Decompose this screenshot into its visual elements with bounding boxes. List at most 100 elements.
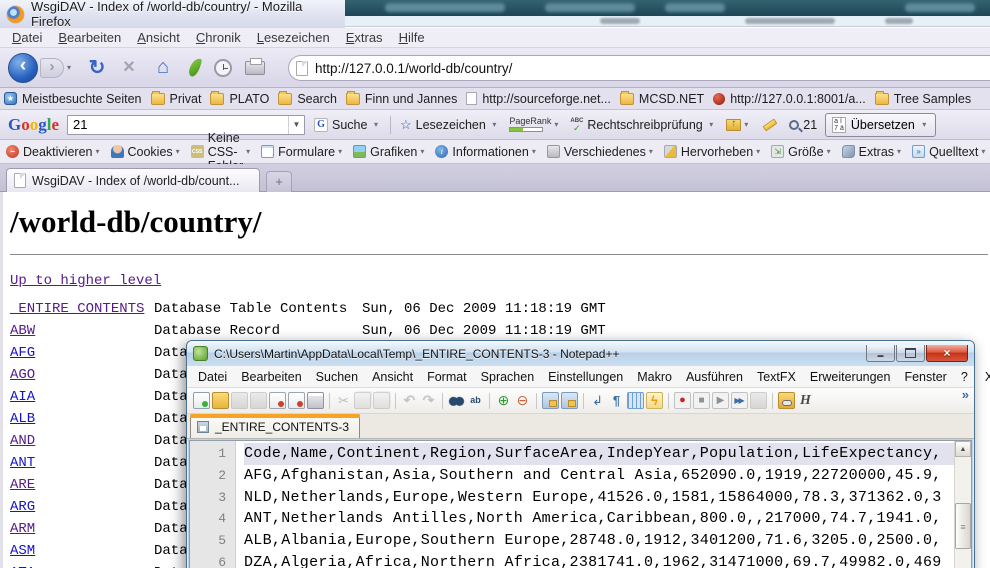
webdev-item[interactable]: Größe▾ bbox=[771, 145, 833, 159]
webdev-item[interactable]: Extras▾ bbox=[842, 145, 904, 159]
notepad-menu-item[interactable]: Bearbeiten bbox=[234, 370, 308, 384]
sync-vertical-icon[interactable] bbox=[542, 392, 559, 409]
listing-link[interactable]: ALB bbox=[10, 408, 154, 430]
bookmark-item[interactable]: Privat bbox=[151, 92, 202, 106]
webdev-item[interactable]: Grafiken▾ bbox=[353, 145, 427, 159]
listing-link[interactable]: AFG bbox=[10, 342, 154, 364]
editor-line[interactable]: AFG,Afghanistan,Asia,Southern and Centra… bbox=[244, 465, 954, 487]
notepad-menu-item[interactable]: Erweiterungen bbox=[803, 370, 898, 384]
save-macro-icon[interactable] bbox=[750, 392, 767, 409]
new-tab-button[interactable] bbox=[266, 171, 292, 192]
bookmark-item[interactable]: Meistbesuchte Seiten bbox=[4, 92, 142, 106]
firefox-menu-item[interactable]: Lesezeichen bbox=[249, 30, 338, 45]
reload-button[interactable] bbox=[84, 55, 110, 80]
copy-icon[interactable] bbox=[354, 392, 371, 409]
notepad-menu-item[interactable]: Datei bbox=[191, 370, 234, 384]
back-button[interactable] bbox=[8, 53, 38, 83]
webdev-item[interactable]: Informationen▾ bbox=[435, 145, 538, 159]
notepad-menu-item[interactable]: Makro bbox=[630, 370, 679, 384]
notepad-menu-item[interactable]: Suchen bbox=[309, 370, 365, 384]
scroll-up-icon[interactable] bbox=[955, 441, 971, 457]
notepad-menu-item[interactable]: Fenster bbox=[897, 370, 953, 384]
webdev-item[interactable]: Formulare▾ bbox=[261, 145, 345, 159]
notepad-titlebar[interactable]: C:\Users\Martin\AppData\Local\Temp\_ENTI… bbox=[187, 341, 974, 366]
send-to-folder-icon[interactable] bbox=[726, 119, 741, 131]
cut-icon[interactable]: ✂ bbox=[335, 392, 352, 409]
listing-link[interactable]: ASM bbox=[10, 540, 154, 562]
find-icon[interactable] bbox=[448, 392, 465, 409]
webdev-item[interactable]: Deaktivieren▾ bbox=[6, 145, 103, 159]
firefox-menu-item[interactable]: Bearbeiten bbox=[50, 30, 129, 45]
html-icon[interactable]: H bbox=[797, 392, 814, 409]
listing-link[interactable]: _ENTIRE_CONTENTS bbox=[10, 298, 154, 320]
editor-line[interactable]: ANT,Netherlands Antilles,North America,C… bbox=[244, 508, 954, 530]
home-button[interactable] bbox=[150, 56, 176, 79]
editor-line[interactable]: NLD,Netherlands,Europe,Western Europe,41… bbox=[244, 487, 954, 509]
history-clock-icon[interactable] bbox=[214, 59, 232, 77]
indent-guide-icon[interactable] bbox=[627, 392, 644, 409]
google-search-input[interactable] bbox=[68, 117, 288, 132]
play-macro-icon[interactable]: ▶ bbox=[712, 392, 729, 409]
listing-link[interactable]: AGO bbox=[10, 364, 154, 386]
bookmark-item[interactable]: Finn und Jannes bbox=[346, 92, 457, 106]
save-all-icon[interactable] bbox=[250, 392, 267, 409]
zoom-out-icon[interactable] bbox=[514, 392, 531, 409]
stop-button[interactable] bbox=[116, 56, 142, 79]
listing-link[interactable]: AND bbox=[10, 430, 154, 452]
listing-link[interactable]: ABW bbox=[10, 320, 154, 342]
notepad-menu-item[interactable]: TextFX bbox=[750, 370, 803, 384]
google-search-button[interactable]: G Suche ▾ bbox=[314, 118, 381, 132]
firefox-menu-item[interactable]: Chronik bbox=[188, 30, 249, 45]
editor-area[interactable]: 123456 Code,Name,Continent,Region,Surfac… bbox=[189, 440, 972, 568]
close-document-button[interactable]: X bbox=[975, 370, 990, 384]
google-bookmarks-button[interactable]: Lesezeichen ▾ bbox=[400, 117, 499, 133]
editor-line[interactable]: ALB,Albania,Europe,Southern Europe,28748… bbox=[244, 530, 954, 552]
bookmark-item[interactable]: MCSD.NET bbox=[620, 92, 704, 106]
bookmark-item[interactable]: Search bbox=[278, 92, 337, 106]
bookmark-item[interactable]: PLATO bbox=[210, 92, 269, 106]
close-button[interactable] bbox=[926, 345, 968, 362]
google-search-box[interactable]: ▼ bbox=[67, 115, 305, 135]
undo-icon[interactable]: ↶ bbox=[401, 392, 418, 409]
vertical-scrollbar[interactable] bbox=[954, 441, 971, 568]
doc-switcher-icon[interactable] bbox=[778, 392, 795, 409]
bookmark-item[interactable]: Tree Samples bbox=[875, 92, 971, 106]
run-macro-multi-icon[interactable]: ▶▶ bbox=[731, 392, 748, 409]
bookmark-item[interactable]: http://127.0.0.1:8001/a... bbox=[713, 92, 866, 106]
listing-link[interactable]: ANT bbox=[10, 452, 154, 474]
notepad-menu-item[interactable]: Sprachen bbox=[474, 370, 542, 384]
print-icon[interactable] bbox=[245, 61, 265, 75]
word-wrap-icon[interactable] bbox=[589, 392, 606, 409]
firefox-menu-item[interactable]: Extras bbox=[338, 30, 391, 45]
close-icon[interactable] bbox=[269, 392, 286, 409]
replace-icon[interactable] bbox=[467, 392, 484, 409]
listing-link[interactable]: AIA bbox=[10, 386, 154, 408]
editor-line[interactable]: Code,Name,Continent,Region,SurfaceArea,I… bbox=[244, 443, 954, 465]
redo-icon[interactable]: ↷ bbox=[420, 392, 437, 409]
document-tab[interactable]: _ENTIRE_CONTENTS-3 bbox=[190, 414, 360, 438]
notepad-menu-item[interactable]: Ausführen bbox=[679, 370, 750, 384]
close-all-icon[interactable] bbox=[288, 392, 305, 409]
feed-leaf-icon[interactable] bbox=[188, 57, 202, 78]
sync-horizontal-icon[interactable] bbox=[561, 392, 578, 409]
listing-link[interactable]: ARM bbox=[10, 518, 154, 540]
firefox-menu-item[interactable]: Hilfe bbox=[391, 30, 433, 45]
show-symbols-icon[interactable]: ¶ bbox=[608, 392, 625, 409]
search-dropdown-icon[interactable]: ▼ bbox=[288, 116, 304, 134]
bookmark-item[interactable]: http://sourceforge.net... bbox=[466, 92, 611, 106]
url-input[interactable] bbox=[315, 61, 935, 76]
spellcheck-button[interactable]: ABC✓ Rechtschreibprüfung ▾ bbox=[570, 118, 716, 132]
webdev-item[interactable]: Cookies▾ bbox=[111, 145, 183, 159]
word-find-magnifier-icon[interactable] bbox=[789, 120, 799, 130]
notepad-menu-item[interactable]: Ansicht bbox=[365, 370, 420, 384]
highlighter-icon[interactable] bbox=[763, 118, 778, 131]
listing-link[interactable]: ATA bbox=[10, 562, 154, 568]
editor-lines[interactable]: Code,Name,Continent,Region,SurfaceArea,I… bbox=[236, 441, 954, 568]
history-dropdown-icon[interactable]: ▾ bbox=[67, 63, 71, 72]
save-icon[interactable] bbox=[231, 392, 248, 409]
forward-button[interactable] bbox=[40, 58, 64, 78]
notepad-menu-item[interactable]: Format bbox=[420, 370, 474, 384]
webdev-item[interactable]: Hervorheben▾ bbox=[664, 145, 763, 159]
editor-line[interactable]: DZA,Algeria,Africa,Northern Africa,23817… bbox=[244, 552, 954, 568]
firefox-menu-item[interactable]: Ansicht bbox=[129, 30, 188, 45]
